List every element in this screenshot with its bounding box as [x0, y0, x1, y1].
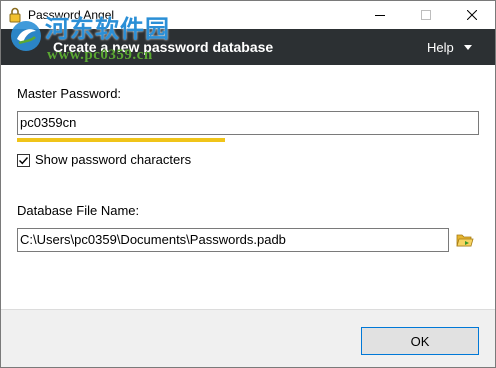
maximize-button[interactable]	[403, 1, 449, 29]
show-password-label: Show password characters	[35, 152, 192, 167]
maximize-icon	[421, 10, 431, 20]
help-menu-label: Help	[427, 39, 454, 55]
show-password-checkbox-row[interactable]: Show password characters	[17, 152, 191, 168]
database-file-input[interactable]: C:\Users\pc0359\Documents\Passwords.padb	[17, 228, 449, 252]
close-button[interactable]	[449, 1, 495, 29]
window-title: Password Angel	[28, 8, 115, 22]
database-file-label: Database File Name:	[17, 203, 140, 218]
password-strength-bar	[17, 138, 479, 142]
app-window: Password Angel Create a new password dat…	[0, 0, 496, 368]
minimize-icon	[375, 15, 385, 16]
padlock-icon	[8, 7, 22, 23]
checkmark-icon	[19, 156, 29, 164]
ok-button[interactable]: OK	[361, 327, 479, 355]
show-password-checkbox[interactable]	[17, 153, 30, 167]
page-title: Create a new password database	[53, 39, 274, 55]
dialog-footer: OK	[1, 309, 495, 367]
master-password-input[interactable]: pc0359cn	[17, 111, 479, 135]
caret-down-icon	[463, 44, 472, 50]
browse-folder-button[interactable]	[455, 230, 475, 250]
minimize-button[interactable]	[357, 1, 403, 29]
password-strength-fill	[17, 138, 225, 142]
master-password-label: Master Password:	[17, 86, 122, 101]
help-menu-button[interactable]: Help	[421, 29, 495, 65]
title-bar: Password Angel	[1, 1, 495, 29]
close-icon	[467, 10, 477, 20]
header-bar: Create a new password database Help	[1, 29, 495, 65]
folder-open-icon	[456, 234, 474, 247]
